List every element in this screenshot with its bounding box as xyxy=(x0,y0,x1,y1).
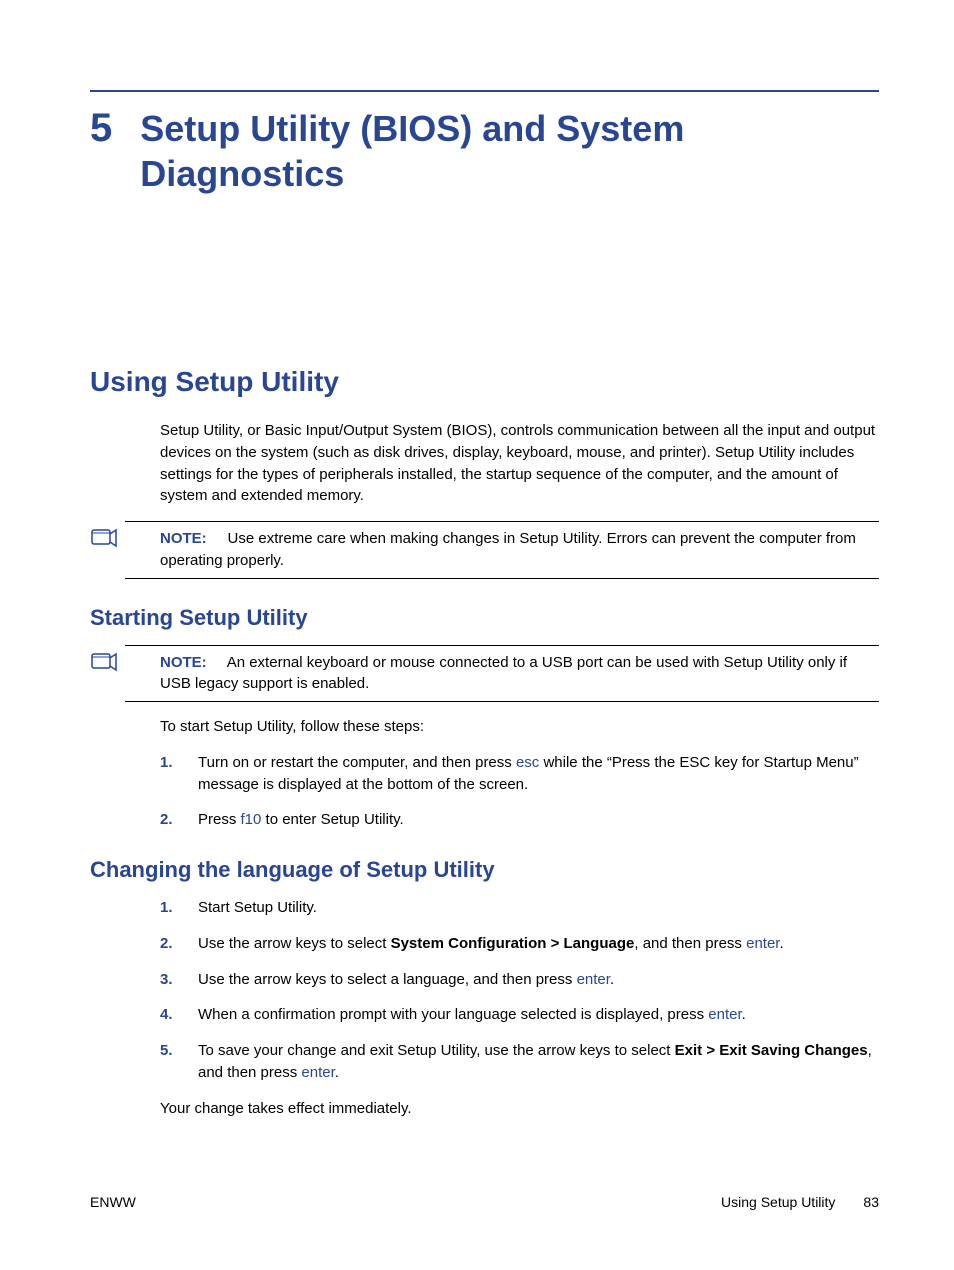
list-item: Use the arrow keys to select System Conf… xyxy=(160,933,879,955)
note-label: NOTE: xyxy=(160,530,207,547)
changing-steps: Start Setup Utility. Use the arrow keys … xyxy=(160,897,879,1084)
key-esc: esc xyxy=(516,754,539,771)
chapter-title: Setup Utility (BIOS) and System Diagnost… xyxy=(140,106,879,196)
list-item: Turn on or restart the computer, and the… xyxy=(160,752,879,796)
chapter-heading: 5 Setup Utility (BIOS) and System Diagno… xyxy=(90,106,879,196)
note-text: Use extreme care when making changes in … xyxy=(160,530,856,569)
subsection-heading-starting: Starting Setup Utility xyxy=(90,605,879,631)
list-item: Use the arrow keys to select a language,… xyxy=(160,969,879,991)
note-icon xyxy=(90,652,118,674)
intro-paragraph: Setup Utility, or Basic Input/Output Sys… xyxy=(160,420,879,507)
footer-left: ENWW xyxy=(90,1194,136,1210)
note-text: An external keyboard or mouse connected … xyxy=(160,654,847,693)
page-footer: ENWW Using Setup Utility 83 xyxy=(90,1194,879,1210)
note-icon xyxy=(90,528,118,550)
key-enter: enter xyxy=(746,935,779,952)
starting-lead: To start Setup Utility, follow these ste… xyxy=(160,716,879,738)
page-number: 83 xyxy=(863,1194,879,1210)
key-enter: enter xyxy=(577,971,610,988)
menu-path: System Configuration > Language xyxy=(391,935,635,952)
list-item: To save your change and exit Setup Utili… xyxy=(160,1040,879,1084)
menu-path: Exit > Exit Saving Changes xyxy=(675,1042,868,1059)
key-f10: f10 xyxy=(241,811,262,828)
section-heading-using-setup-utility: Using Setup Utility xyxy=(90,366,879,398)
note-callout: NOTE: Use extreme care when making chang… xyxy=(125,521,879,579)
key-enter: enter xyxy=(708,1006,741,1023)
note-label: NOTE: xyxy=(160,654,207,671)
list-item: When a confirmation prompt with your lan… xyxy=(160,1004,879,1026)
list-item: Start Setup Utility. xyxy=(160,897,879,919)
list-item: Press f10 to enter Setup Utility. xyxy=(160,809,879,831)
subsection-heading-changing-language: Changing the language of Setup Utility xyxy=(90,857,879,883)
note-callout-starting: NOTE: An external keyboard or mouse conn… xyxy=(125,645,879,703)
changing-outro: Your change takes effect immediately. xyxy=(160,1098,879,1120)
key-enter: enter xyxy=(301,1064,334,1081)
starting-steps: Turn on or restart the computer, and the… xyxy=(160,752,879,831)
chapter-rule xyxy=(90,90,879,92)
chapter-number: 5 xyxy=(90,106,112,150)
footer-section-label: Using Setup Utility xyxy=(721,1194,835,1210)
